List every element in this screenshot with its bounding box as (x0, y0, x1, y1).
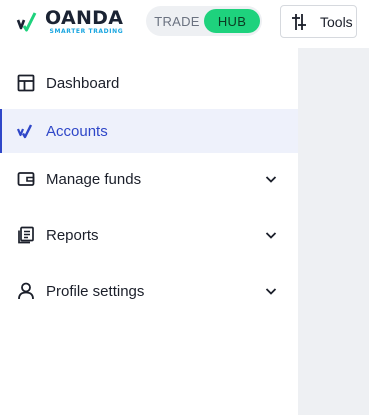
main-content-area (298, 48, 369, 415)
sidebar-item-label: Dashboard (46, 74, 120, 92)
wallet-icon (17, 170, 35, 188)
sidebar-item-label: Reports (46, 226, 99, 244)
reports-icon (17, 226, 35, 244)
chevron-down-icon[interactable] (264, 172, 278, 186)
sidebar-item-reports[interactable]: Reports (0, 213, 298, 257)
sidebar-item-accounts[interactable]: Accounts (0, 109, 298, 153)
sidebar-item-label: Accounts (46, 122, 108, 140)
oanda-accounts-icon (17, 122, 35, 140)
sidebar-item-profile-settings[interactable]: Profile settings (0, 269, 298, 313)
tools-label: Tools (320, 13, 353, 30)
sidebar-item-dashboard[interactable]: Dashboard (0, 61, 298, 105)
chevron-down-icon[interactable] (264, 228, 278, 242)
dashboard-icon (17, 74, 35, 92)
oanda-logo-icon (16, 12, 37, 32)
sidebar-item-label: Manage funds (46, 170, 142, 188)
sidebar-nav: Dashboard Accounts Manage funds Reports … (0, 56, 298, 415)
sidebar-item-manage-funds[interactable]: Manage funds (0, 157, 298, 201)
switch-hub-option[interactable]: HUB (204, 9, 260, 33)
switch-trade-option[interactable]: TRADE (146, 14, 204, 29)
sidebar-item-label: Profile settings (46, 282, 145, 300)
oanda-logo[interactable]: OANDA SMARTER TRADING (16, 7, 123, 37)
trade-hub-switcher: TRADE HUB (146, 6, 262, 36)
logo-tagline: SMARTER TRADING (49, 28, 124, 35)
tools-sliders-icon (292, 13, 306, 30)
logo-name: OANDA (45, 7, 124, 29)
user-icon (17, 282, 35, 300)
top-header: OANDA SMARTER TRADING TRADE HUB Tools (0, 0, 369, 44)
chevron-down-icon[interactable] (264, 284, 278, 298)
tools-button[interactable]: Tools (280, 5, 357, 38)
